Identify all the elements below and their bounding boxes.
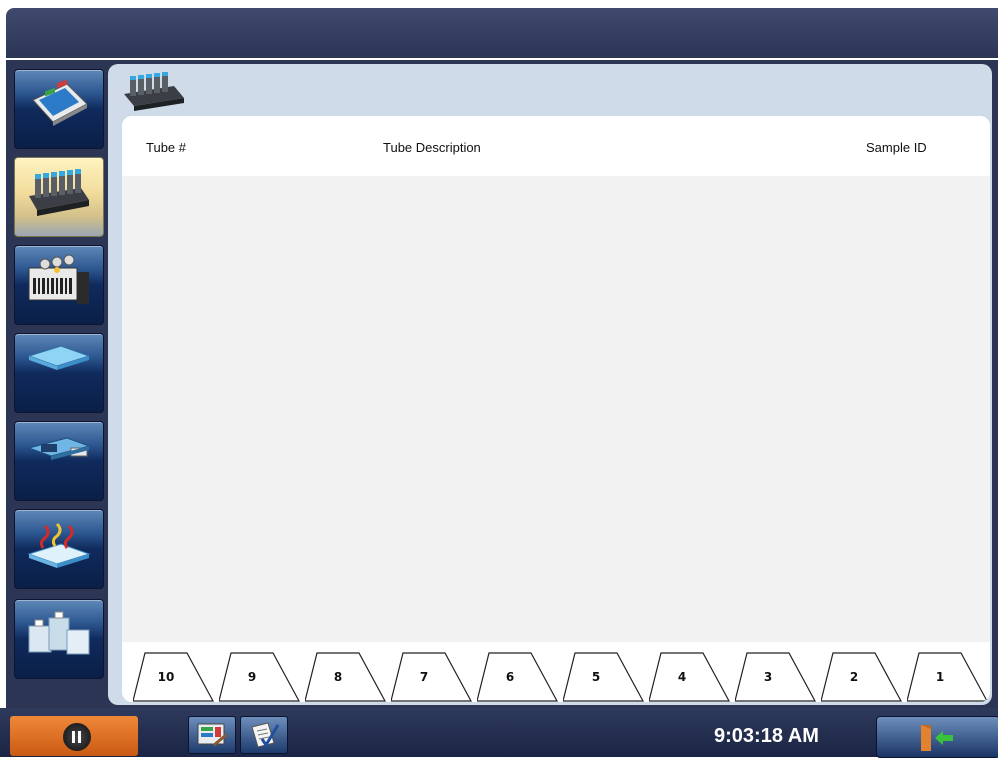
tube-rack-panel: Tube # Tube Description Sample ID 10 9 8… bbox=[108, 64, 992, 705]
nav-cartridge-tray-button[interactable] bbox=[14, 333, 104, 413]
instrument-panel-icon bbox=[32, 79, 88, 126]
tube-tab-9[interactable]: 9 bbox=[219, 652, 307, 702]
nav-heat-plate-button[interactable] bbox=[14, 509, 104, 589]
column-header-tube-description: Tube Description bbox=[383, 140, 481, 155]
tube-tab-label: 1 bbox=[935, 670, 945, 684]
nav-instrument-button[interactable] bbox=[14, 69, 104, 149]
clipboard-check-icon bbox=[251, 722, 280, 748]
tube-rack-icon bbox=[122, 70, 186, 116]
tube-tab-label: 6 bbox=[505, 670, 515, 684]
nav-tube-rack-button[interactable] bbox=[14, 157, 104, 237]
tube-tab-7[interactable]: 7 bbox=[391, 652, 479, 702]
tube-tab-1[interactable]: 1 bbox=[907, 652, 990, 702]
reagent-rack-icon bbox=[28, 254, 89, 304]
top-title-bar bbox=[6, 8, 998, 58]
checklist-button[interactable] bbox=[240, 716, 288, 754]
tube-tab-label: 9 bbox=[247, 670, 257, 684]
tube-tab-label: 2 bbox=[849, 670, 859, 684]
bottom-status-bar: 9:03:18 AM bbox=[0, 708, 998, 758]
tube-tab-label: 4 bbox=[677, 670, 687, 684]
loader-module-icon bbox=[27, 437, 91, 460]
tube-table: Tube # Tube Description Sample ID 10 9 8… bbox=[122, 116, 990, 702]
tube-tab-5[interactable]: 5 bbox=[563, 652, 651, 702]
tube-tab-3[interactable]: 3 bbox=[735, 652, 823, 702]
tube-tab-label: 7 bbox=[419, 670, 429, 684]
pause-button[interactable] bbox=[10, 716, 138, 756]
pause-icon bbox=[63, 723, 91, 751]
table-body[interactable] bbox=[122, 176, 990, 642]
clock-time: 9:03:18 AM bbox=[714, 725, 819, 747]
tube-tab-2[interactable]: 2 bbox=[821, 652, 909, 702]
tube-tab-label: 5 bbox=[591, 670, 601, 684]
column-header-tube-number: Tube # bbox=[146, 140, 186, 155]
tube-tab-10[interactable]: 10 bbox=[133, 652, 221, 702]
tube-tabs-row: 10 9 8 7 6 5 4 3 2 1 bbox=[122, 642, 990, 702]
column-header-sample-id: Sample ID bbox=[866, 140, 927, 155]
cartridge-tray-icon bbox=[27, 345, 91, 370]
table-header: Tube # Tube Description Sample ID bbox=[122, 116, 990, 176]
heat-plate-icon bbox=[27, 522, 91, 568]
tube-tab-6[interactable]: 6 bbox=[477, 652, 565, 702]
exit-button[interactable] bbox=[876, 716, 998, 758]
reagent-bottles-icon bbox=[28, 611, 90, 655]
nav-reagent-rack-button[interactable] bbox=[14, 245, 104, 325]
tube-rack-icon bbox=[29, 169, 89, 216]
instrument-status-button[interactable] bbox=[188, 716, 236, 754]
tube-tab-label: 10 bbox=[157, 670, 175, 684]
exit-door-icon bbox=[921, 725, 953, 751]
nav-loader-module-button[interactable] bbox=[14, 421, 104, 501]
tube-tab-label: 8 bbox=[333, 670, 343, 684]
tube-tab-8[interactable]: 8 bbox=[305, 652, 393, 702]
tube-tab-label: 3 bbox=[763, 670, 773, 684]
tube-tab-4[interactable]: 4 bbox=[649, 652, 737, 702]
nav-reagent-bottles-button[interactable] bbox=[14, 599, 104, 679]
instrument-panel-icon bbox=[197, 723, 227, 747]
